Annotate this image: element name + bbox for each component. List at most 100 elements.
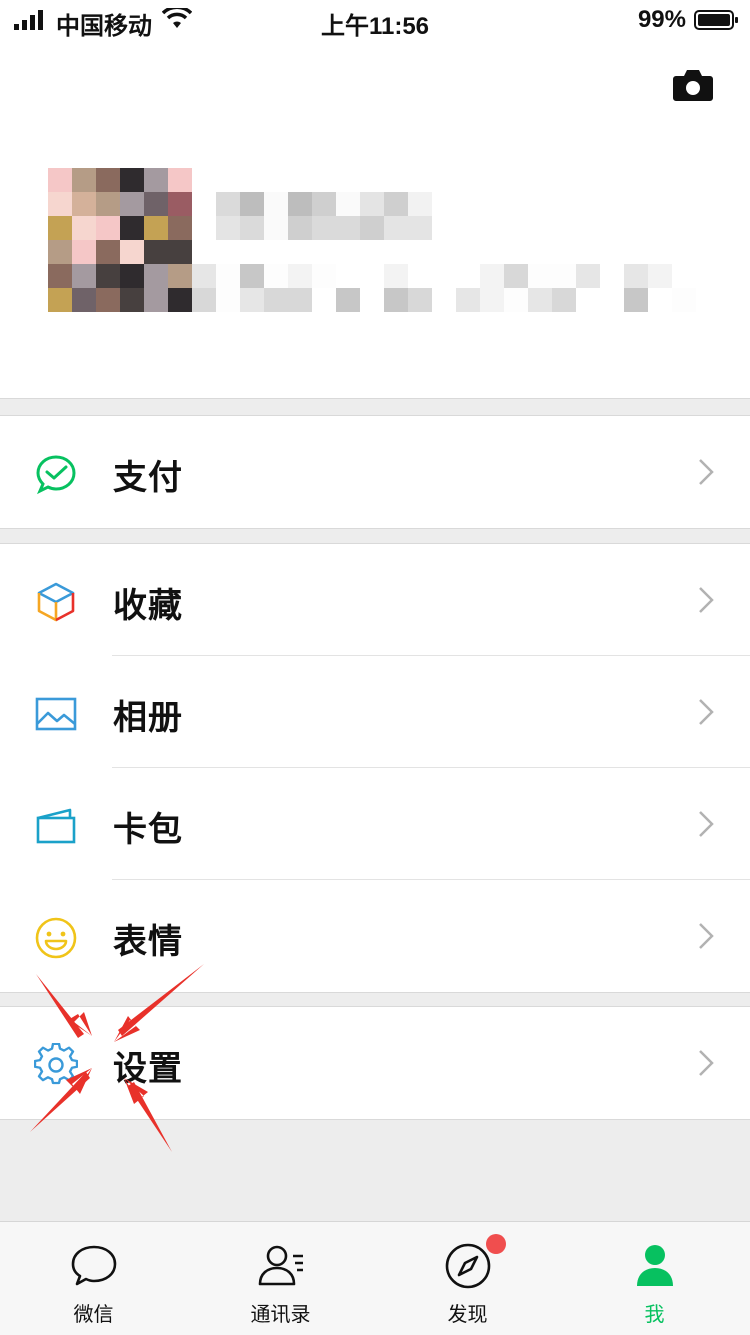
pixel-cell: [384, 192, 408, 216]
pixel-cell: [408, 192, 432, 216]
chevron-right-icon: [699, 1050, 714, 1076]
pixel-cell: [288, 216, 312, 240]
discover-icon: [445, 1243, 491, 1289]
menu-item-album[interactable]: 相册: [0, 656, 750, 768]
pixel-cell: [168, 288, 192, 312]
pixel-cell: [312, 264, 336, 288]
pixel-cell: [480, 288, 504, 312]
pixel-cell: [456, 264, 480, 288]
pixel-cell: [576, 264, 600, 288]
chevron-right-icon: [699, 699, 714, 725]
profile-header[interactable]: [0, 40, 750, 398]
pixel-cell: [120, 168, 144, 192]
menu-item-label: 设置: [113, 1050, 183, 1088]
pixel-cell: [360, 288, 384, 312]
pixel-cell: [144, 264, 168, 288]
pixel-cell: [384, 264, 408, 288]
camera-icon[interactable]: [672, 68, 714, 102]
pixel-cell: [528, 264, 552, 288]
pixel-cell: [480, 264, 504, 288]
pixel-cell: [144, 240, 168, 264]
pixel-cell: [264, 264, 288, 288]
menu-item-pay[interactable]: 支付: [0, 416, 750, 528]
pixel-cell: [72, 264, 96, 288]
pixel-cell: [192, 264, 216, 288]
tab-label: 微信: [73, 1304, 114, 1326]
pixel-cell: [552, 288, 576, 312]
menu-item-card-wallet[interactable]: 卡包: [0, 768, 750, 880]
pixel-cell: [360, 192, 384, 216]
pixel-cell: [144, 216, 168, 240]
pixel-cell: [312, 216, 336, 240]
pixel-cell: [48, 288, 72, 312]
pixel-cell: [360, 216, 384, 240]
pixel-cell: [120, 264, 144, 288]
pixel-cell: [384, 216, 408, 240]
battery-percent: 99%: [637, 6, 686, 33]
pixel-cell: [120, 216, 144, 240]
pixel-cell: [264, 288, 288, 312]
pixel-cell: [216, 264, 240, 288]
me-icon: [637, 1245, 673, 1286]
favorites-icon: [37, 582, 75, 622]
menu-group-main: 收藏 相册 卡包 表情: [0, 543, 750, 993]
pixel-cell: [336, 288, 360, 312]
pixel-cell: [432, 264, 456, 288]
menu-item-stickers[interactable]: 表情: [0, 880, 750, 992]
menu-item-label: 支付: [113, 459, 183, 497]
tab-label: 我: [644, 1304, 665, 1326]
pixel-cell: [624, 288, 648, 312]
pixel-cell: [384, 288, 408, 312]
pixel-cell: [408, 264, 432, 288]
pixel-cell: [336, 216, 360, 240]
pixel-cell: [96, 216, 120, 240]
pixel-cell: [504, 264, 528, 288]
tab-label: 通讯录: [250, 1304, 311, 1326]
pixel-cell: [528, 288, 552, 312]
pixel-cell: [72, 240, 96, 264]
sticker-icon: [35, 917, 77, 959]
pixel-cell: [336, 192, 360, 216]
pixel-cell: [312, 192, 336, 216]
pixel-cell: [144, 192, 168, 216]
avatar[interactable]: [48, 168, 192, 312]
pixel-cell: [168, 264, 192, 288]
pixel-cell: [432, 288, 456, 312]
pixel-cell: [600, 264, 624, 288]
pixel-cell: [192, 288, 216, 312]
menu-item-settings[interactable]: 设置: [0, 1007, 750, 1119]
pixel-cell: [240, 216, 264, 240]
pixel-cell: [408, 216, 432, 240]
chevron-right-icon: [699, 811, 714, 837]
tab-contacts[interactable]: 通讯录: [187, 1222, 374, 1335]
card-wallet-icon: [36, 808, 76, 844]
tab-me[interactable]: 我: [561, 1222, 748, 1335]
pixel-cell: [336, 264, 360, 288]
contacts-icon: [258, 1245, 303, 1286]
pixel-cell: [216, 288, 240, 312]
pixel-cell: [360, 264, 384, 288]
pixel-cell: [216, 216, 240, 240]
pixel-cell: [120, 192, 144, 216]
chevron-right-icon: [699, 923, 714, 949]
album-icon: [35, 697, 77, 731]
wechat-id-blurred: [192, 264, 720, 312]
tab-chats[interactable]: 微信: [0, 1222, 187, 1335]
pixel-cell: [216, 192, 240, 216]
pixel-cell: [168, 192, 192, 216]
notification-badge: [486, 1234, 506, 1254]
pixel-cell: [624, 264, 648, 288]
pixel-cell: [144, 288, 168, 312]
pixel-cell: [600, 288, 624, 312]
pixel-cell: [696, 288, 720, 312]
pixel-cell: [648, 264, 672, 288]
menu-item-label: 卡包: [113, 811, 183, 849]
pixel-cell: [168, 240, 192, 264]
pixel-cell: [48, 264, 72, 288]
tab-label: 发现: [447, 1304, 488, 1326]
tab-discover[interactable]: 发现: [374, 1222, 561, 1335]
pixel-cell: [264, 192, 288, 216]
pixel-cell: [72, 192, 96, 216]
pixel-cell: [48, 240, 72, 264]
menu-item-favorites[interactable]: 收藏: [0, 544, 750, 656]
